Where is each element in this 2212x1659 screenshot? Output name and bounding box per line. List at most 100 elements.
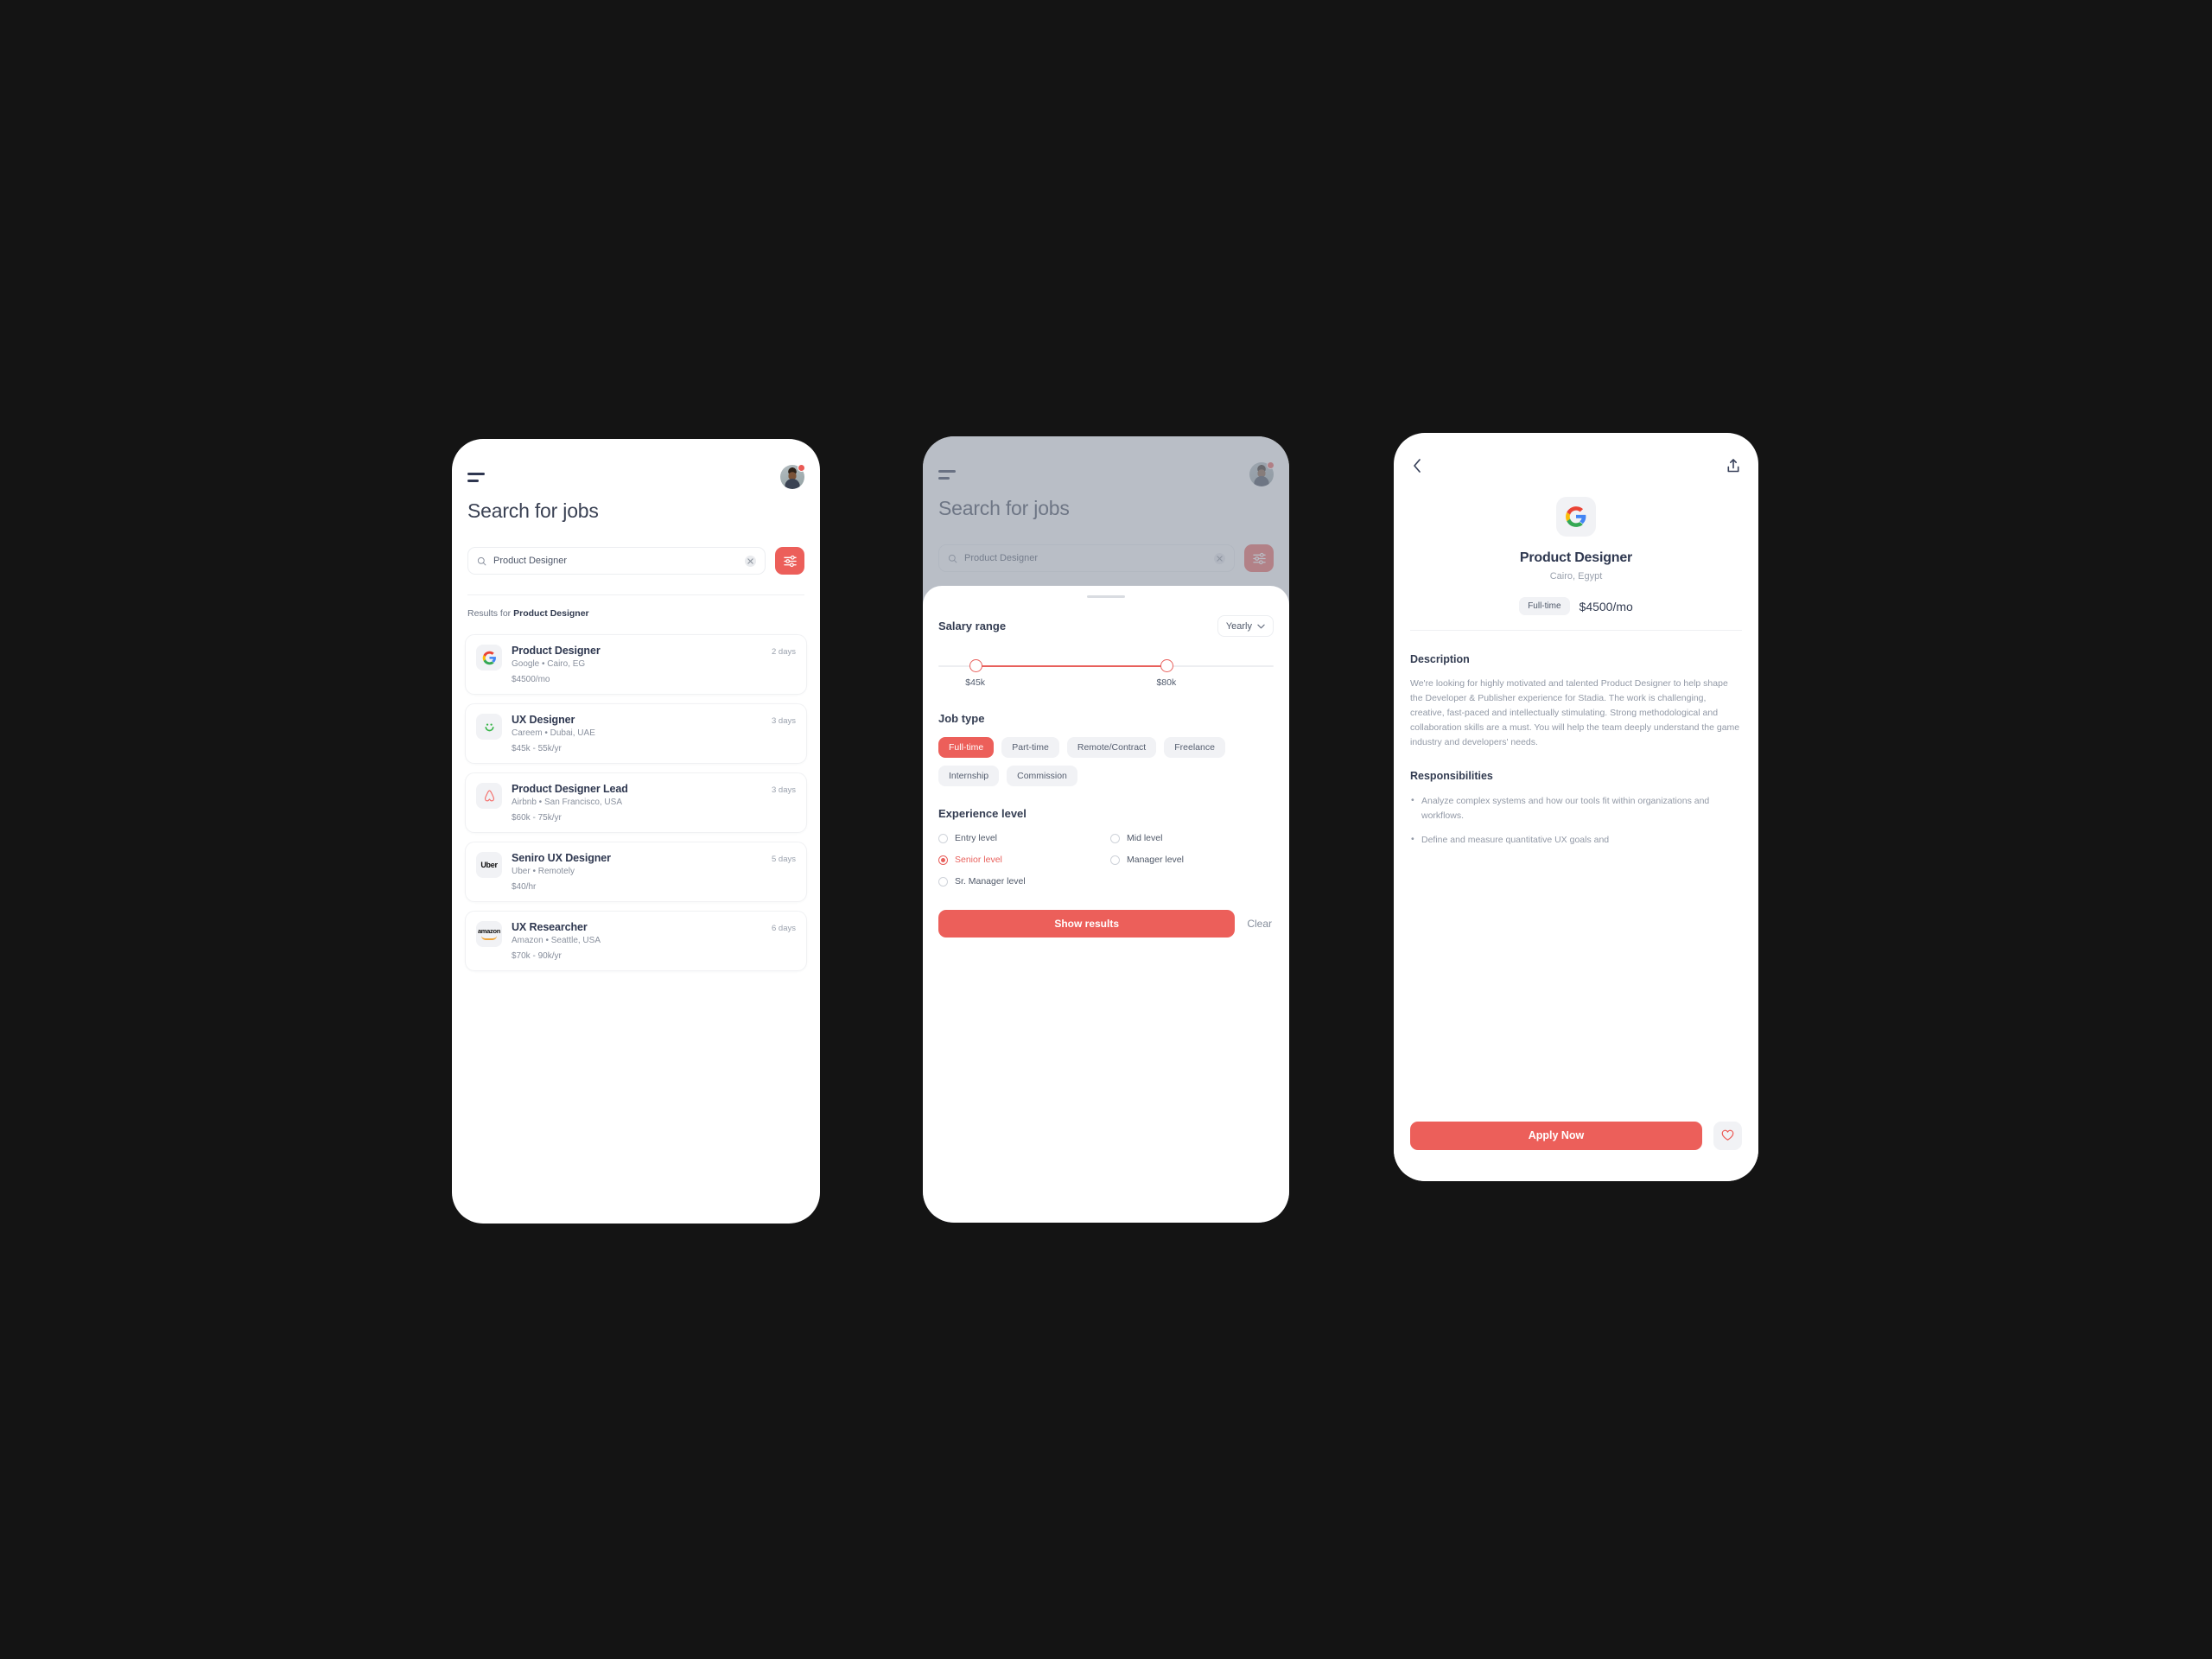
job-head: UX Researcher 6 days xyxy=(512,921,796,933)
job-age: 3 days xyxy=(772,716,796,726)
radio-dot xyxy=(938,855,948,865)
detail-body[interactable]: Description We're looking for highly mot… xyxy=(1410,653,1742,1181)
airbnb-logo xyxy=(476,783,502,809)
salary-range-label: Salary range xyxy=(938,620,1007,632)
detail-topbar xyxy=(1394,456,1758,475)
amazon-wordmark: amazon xyxy=(477,927,501,936)
job-pay: $45k - 55k/yr xyxy=(512,744,562,753)
job-location: Cairo, Egypt xyxy=(1549,571,1603,582)
table-row[interactable]: Product Designer 2 days Google • Cairo, … xyxy=(465,634,807,695)
sheet-actions: Show results Clear xyxy=(938,910,1274,938)
canvas: Search for jobs Product Designer Results… xyxy=(0,0,2212,1659)
job-pay: $4500/mo xyxy=(512,675,550,684)
filter-bottom-sheet: Salary range Yearly $45k $80k Job type F… xyxy=(923,586,1289,1223)
hamburger-icon[interactable] xyxy=(467,469,485,486)
description-text: We're looking for highly motivated and t… xyxy=(1410,678,1740,747)
heart-icon xyxy=(1721,1129,1734,1141)
job-head: UX Designer 3 days xyxy=(512,714,796,726)
job-title: UX Designer xyxy=(512,714,575,726)
share-button[interactable] xyxy=(1725,456,1742,475)
radio-label: Sr. Manager level xyxy=(955,876,1026,887)
responsibilities-list: Analyze complex systems and how our tool… xyxy=(1410,793,1742,848)
radio-dot xyxy=(938,876,948,887)
job-type-chips: Full-time Part-time Remote/Contract Free… xyxy=(938,737,1274,786)
clear-button[interactable]: Clear xyxy=(1247,918,1274,930)
results-query: Product Designer xyxy=(513,608,589,619)
avatar[interactable] xyxy=(780,464,805,489)
slider-knob-min[interactable] xyxy=(969,659,982,672)
page-title: Search for jobs xyxy=(467,499,599,522)
salary-period-select[interactable]: Yearly xyxy=(1217,615,1274,637)
status-badge: Full-time xyxy=(1519,597,1570,615)
job-head: Seniro UX Designer 5 days xyxy=(512,852,796,864)
favorite-button[interactable] xyxy=(1713,1121,1742,1150)
detail-screen: Product Designer Cairo, Egypt Full-time … xyxy=(1394,433,1758,1181)
chevron-left-icon xyxy=(1414,459,1421,473)
close-icon[interactable] xyxy=(745,555,756,567)
job-title: Seniro UX Designer xyxy=(512,852,611,864)
radio-label: Manager level xyxy=(1127,855,1184,865)
list-item: Define and measure quantitative UX goals… xyxy=(1410,832,1742,848)
filter-button[interactable] xyxy=(775,547,804,575)
job-type-chip-full-time[interactable]: Full-time xyxy=(938,737,995,758)
uber-wordmark: Uber xyxy=(480,861,498,869)
experience-level-label: Experience level xyxy=(938,807,1027,820)
notification-badge xyxy=(798,464,805,472)
search-field[interactable] xyxy=(467,547,766,575)
search-topbar xyxy=(452,464,820,489)
filter-screen: Search for jobs xyxy=(923,436,1289,1223)
radio-dot xyxy=(938,833,948,843)
job-summary-row: Full-time $4500/mo xyxy=(1394,597,1758,615)
show-results-button[interactable]: Show results xyxy=(938,910,1236,938)
table-row[interactable]: Product Designer Lead 3 days Airbnb • Sa… xyxy=(465,772,807,833)
phone-filter-sheet: Search for jobs xyxy=(923,436,1289,1223)
chevron-down-icon xyxy=(1257,624,1265,628)
job-type-chip-freelance[interactable]: Freelance xyxy=(1164,737,1225,758)
detail-hero: Product Designer Cairo, Egypt Full-time … xyxy=(1394,497,1758,615)
job-meta: Google • Cairo, EG xyxy=(512,659,586,669)
divider xyxy=(1410,630,1742,631)
radio-senior-level[interactable]: Senior level xyxy=(938,855,1102,865)
description-heading: Description xyxy=(1410,653,1470,665)
radio-mid-level[interactable]: Mid level xyxy=(1110,833,1274,843)
radio-entry-level[interactable]: Entry level xyxy=(938,833,1102,843)
radio-manager-level[interactable]: Manager level xyxy=(1110,855,1274,865)
salary-min-label: $45k xyxy=(965,677,986,688)
job-age: 5 days xyxy=(772,855,796,864)
salary-range-slider[interactable] xyxy=(938,659,1274,673)
search-input[interactable] xyxy=(493,556,738,566)
table-row[interactable]: amazon UX Researcher 6 days Amazon • Sea… xyxy=(465,911,807,971)
page-title: Product Designer xyxy=(1519,550,1633,565)
slider-knob-max[interactable] xyxy=(1160,659,1173,672)
back-button[interactable] xyxy=(1410,456,1424,475)
results-prefix: Results for xyxy=(467,608,514,619)
drag-handle[interactable] xyxy=(1087,595,1125,598)
job-type-chip-part-time[interactable]: Part-time xyxy=(1001,737,1059,758)
job-head: Product Designer Lead 3 days xyxy=(512,783,796,795)
apply-now-button[interactable]: Apply Now xyxy=(1410,1121,1702,1150)
job-title: UX Researcher xyxy=(512,921,588,933)
job-meta: Amazon • Seattle, USA xyxy=(512,936,601,945)
divider xyxy=(467,594,804,595)
job-main: UX Designer 3 days Careem • Dubai, UAE $… xyxy=(512,714,796,753)
job-type-chip-remote-contract[interactable]: Remote/Contract xyxy=(1066,737,1157,758)
job-head: Product Designer 2 days xyxy=(512,645,796,657)
job-title: Product Designer Lead xyxy=(512,783,628,795)
job-main: Product Designer 2 days Google • Cairo, … xyxy=(512,645,796,684)
radio-dot xyxy=(1110,855,1120,865)
job-main: UX Researcher 6 days Amazon • Seattle, U… xyxy=(512,921,796,961)
slider-track-active xyxy=(975,665,1166,667)
list-item: Analyze complex systems and how our tool… xyxy=(1410,793,1742,823)
radio-label: Mid level xyxy=(1127,833,1163,843)
job-type-chip-internship[interactable]: Internship xyxy=(938,766,1000,786)
job-type-chip-commission[interactable]: Commission xyxy=(1007,766,1077,786)
table-row[interactable]: Uber Seniro UX Designer 5 days Uber • Re… xyxy=(465,842,807,902)
job-main: Product Designer Lead 3 days Airbnb • Sa… xyxy=(512,783,796,823)
experience-level-radios: Entry level Mid level Senior level Manag… xyxy=(938,833,1274,887)
sliders-icon xyxy=(783,555,797,567)
job-age: 3 days xyxy=(772,785,796,795)
radio-sr-manager-level[interactable]: Sr. Manager level xyxy=(938,876,1102,887)
phone-search-results: Search for jobs Product Designer Results… xyxy=(452,439,820,1224)
table-row[interactable]: UX Designer 3 days Careem • Dubai, UAE $… xyxy=(465,703,807,764)
job-list[interactable]: Product Designer 2 days Google • Cairo, … xyxy=(465,634,807,1224)
